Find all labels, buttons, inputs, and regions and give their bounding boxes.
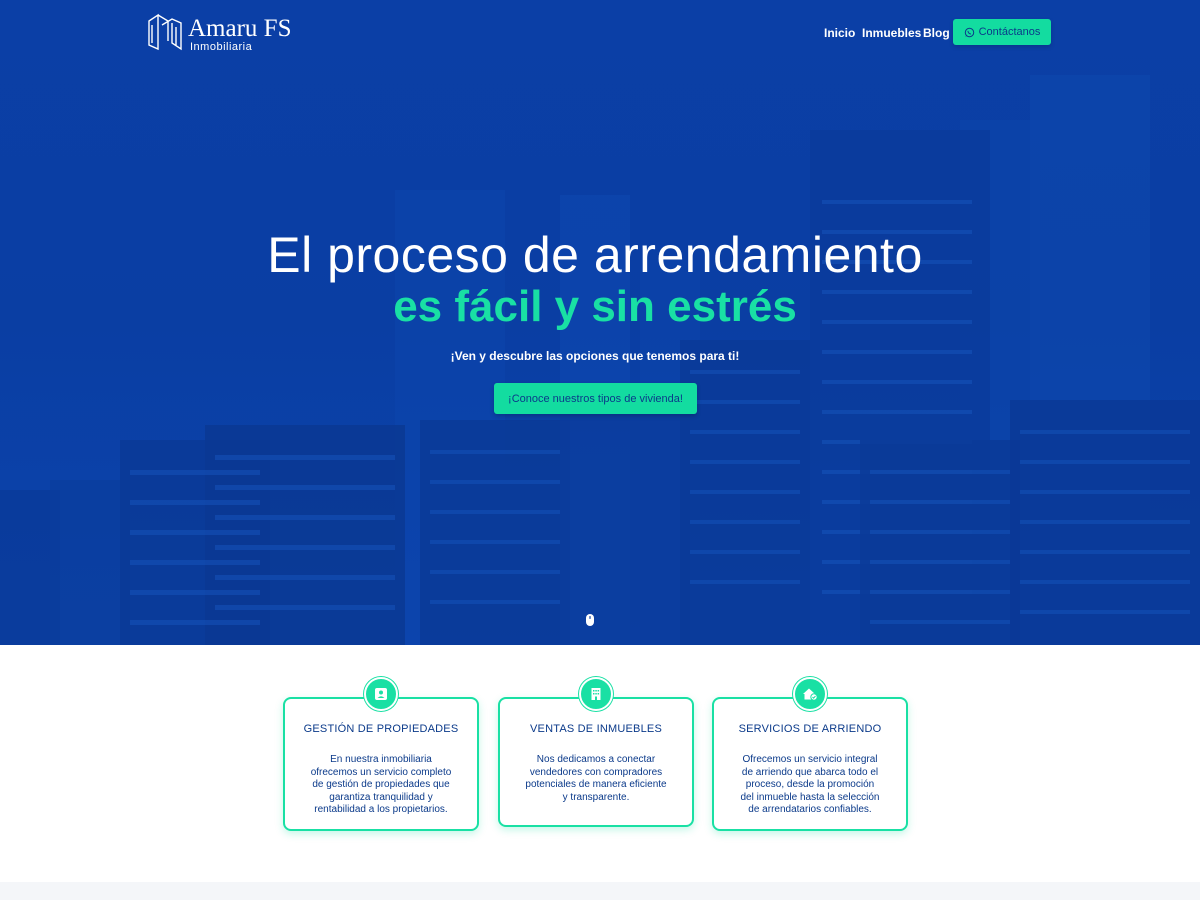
nav-link-inicio[interactable]: Inicio — [824, 26, 855, 40]
contact-button[interactable]: Contáctanos — [953, 19, 1051, 45]
building-icon — [579, 677, 613, 711]
brand-tagline: Inmobiliaria — [190, 41, 253, 53]
contact-button-label: Contáctanos — [978, 26, 1041, 38]
housing-types-button[interactable]: ¡Conoce nuestros tipos de vivienda! — [494, 383, 697, 414]
footer-strip — [0, 882, 1200, 900]
house-check-icon — [793, 677, 827, 711]
service-card-property-management: GESTIÓN DE PROPIEDADES En nuestra inmobi… — [283, 677, 479, 831]
brand-logo[interactable]: Amaru FS Inmobiliaria — [146, 11, 316, 55]
top-navigation: Amaru FS Inmobiliaria Inicio Inmuebles B… — [0, 0, 1200, 70]
hero-subtitle: ¡Ven y descubre las opciones que tenemos… — [450, 349, 740, 363]
person-badge-icon — [364, 677, 398, 711]
nav-link-blog[interactable]: Blog — [923, 26, 950, 40]
hero-title-line1: El proceso de arrendamiento — [267, 227, 923, 283]
services-section: GESTIÓN DE PROPIEDADES En nuestra inmobi… — [0, 645, 1200, 882]
service-description: Nos dedicamos a conectar vendedores con … — [525, 754, 667, 803]
mouse-scroll-icon[interactable] — [585, 613, 595, 627]
hero-section: Amaru FS Inmobiliaria Inicio Inmuebles B… — [0, 0, 1200, 645]
service-title: GESTIÓN DE PROPIEDADES — [303, 723, 459, 735]
service-description: En nuestra inmobiliaria ofrecemos un ser… — [310, 754, 452, 815]
hero-title-line2: es fácil y sin estrés — [393, 282, 797, 331]
service-title: SERVICIOS DE ARRIENDO — [738, 723, 882, 735]
whatsapp-icon — [964, 27, 974, 37]
service-card-property-sales: VENTAS DE INMUEBLES Nos dedicamos a cone… — [498, 677, 694, 827]
service-description: Ofrecemos un servicio integral de arrien… — [740, 754, 880, 815]
nav-link-inmuebles[interactable]: Inmuebles — [862, 26, 921, 40]
brand-name: Amaru FS — [188, 15, 292, 42]
service-card-rental-services: SERVICIOS DE ARRIENDO Ofrecemos un servi… — [712, 677, 908, 831]
logo-mark-icon — [148, 13, 182, 51]
service-title: VENTAS DE INMUEBLES — [530, 723, 662, 735]
